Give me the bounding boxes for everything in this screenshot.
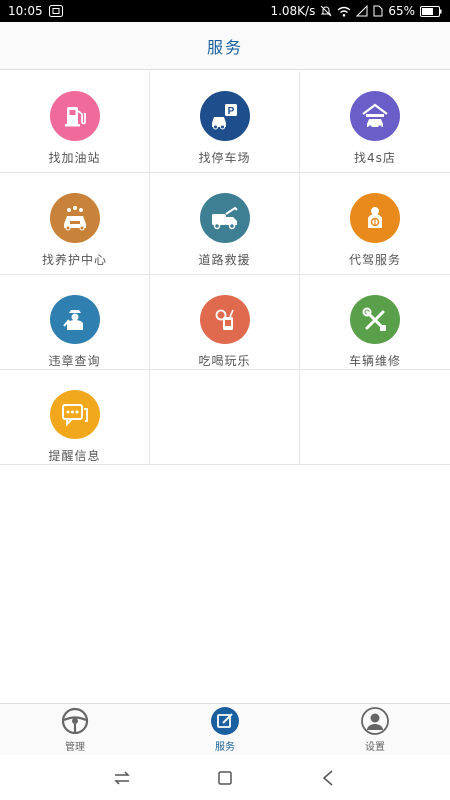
- signal-icon: [356, 5, 368, 17]
- screenshot-icon: [48, 5, 63, 17]
- bottom-nav: 管理 服务 设置: [0, 703, 450, 755]
- service-4s-dealer[interactable]: 找4s店: [300, 71, 450, 172]
- svg-text:P: P: [227, 106, 234, 117]
- tow-truck-icon: [199, 193, 250, 243]
- system-nav-bar: [0, 755, 450, 800]
- gas-station-icon: [49, 91, 100, 141]
- net-speed: 1.08K/s: [270, 4, 316, 18]
- nav-label: 服务: [215, 742, 235, 753]
- nav-settings[interactable]: 设置: [300, 704, 450, 755]
- steering-wheel-icon: [60, 706, 90, 736]
- service-label: 车辆维修: [348, 354, 401, 368]
- service-label: 吃喝玩乐: [198, 354, 251, 368]
- switch-apps-icon[interactable]: [107, 763, 137, 793]
- car-dealer-icon: [350, 91, 400, 141]
- service-label: 找养护中心: [41, 253, 107, 267]
- parking-icon: P: [199, 91, 250, 141]
- service-label: 道路救援: [198, 253, 251, 267]
- sim-icon: [373, 5, 383, 17]
- user-icon: [360, 706, 390, 736]
- empty-cell: [150, 370, 300, 464]
- service-label: 找停车场: [198, 151, 251, 165]
- grid-row: 违章查询 吃喝玩乐 车辆维修: [0, 275, 450, 370]
- empty-cell: [300, 370, 450, 464]
- repair-tools-icon: [350, 295, 400, 344]
- battery-percent: 65%: [388, 4, 415, 18]
- status-time: 10:05: [8, 4, 43, 18]
- nav-label: 管理: [65, 742, 85, 753]
- status-bar: 10:05 1.08K/s 65%: [0, 0, 450, 22]
- grid-row: 找加油站 P 找停车场 找4s店: [0, 71, 450, 173]
- service-gas-station[interactable]: 找加油站: [0, 71, 150, 172]
- back-icon[interactable]: [313, 763, 343, 793]
- service-grid: 找加油站 P 找停车场 找4s店 找养护中心 道路救援 代驾服务 违章查询 吃喝…: [0, 71, 450, 465]
- service-road-rescue[interactable]: 道路救援: [150, 173, 300, 274]
- nav-manage[interactable]: 管理: [0, 704, 150, 755]
- service-food-fun[interactable]: 吃喝玩乐: [150, 275, 300, 369]
- service-label: 找加油站: [48, 151, 101, 165]
- chauffeur-icon: [350, 193, 400, 243]
- wifi-icon: [337, 6, 351, 17]
- service-label: 代驾服务: [348, 253, 401, 267]
- food-drink-icon: [199, 295, 250, 344]
- nav-service[interactable]: 服务: [150, 704, 300, 755]
- grid-row: 找养护中心 道路救援 代驾服务: [0, 173, 450, 275]
- service-vehicle-repair[interactable]: 车辆维修: [300, 275, 450, 369]
- service-chauffeur[interactable]: 代驾服务: [300, 173, 450, 274]
- mute-icon: [320, 5, 332, 17]
- home-icon[interactable]: [210, 763, 240, 793]
- page-title: 服务: [206, 37, 243, 57]
- service-reminders[interactable]: 提醒信息: [0, 370, 150, 464]
- service-violation-query[interactable]: 违章查询: [0, 275, 150, 369]
- message-icon: [49, 390, 100, 439]
- service-label: 提醒信息: [48, 449, 101, 463]
- grid-row: 提醒信息: [0, 370, 450, 465]
- app-header: 服务: [0, 22, 450, 70]
- service-parking[interactable]: P 找停车场: [150, 71, 300, 172]
- traffic-police-icon: [49, 295, 100, 344]
- edit-icon: [210, 706, 240, 736]
- car-wash-icon: [49, 193, 100, 243]
- service-label: 违章查询: [48, 354, 101, 368]
- nav-label: 设置: [365, 742, 385, 753]
- battery-icon: [420, 5, 442, 17]
- service-label: 找4s店: [354, 151, 396, 165]
- service-car-care[interactable]: 找养护中心: [0, 173, 150, 274]
